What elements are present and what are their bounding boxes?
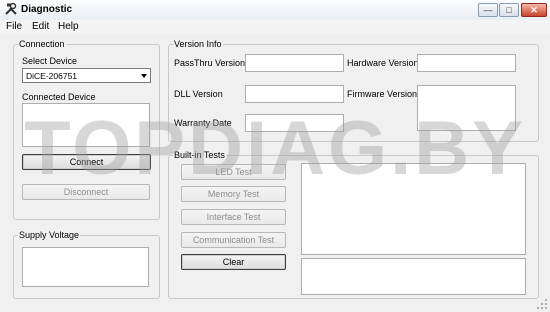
chevron-down-icon xyxy=(141,74,147,78)
title-bar: Diagnostic — □ ✕ xyxy=(0,0,550,21)
minimize-button[interactable]: — xyxy=(478,3,498,17)
warranty-date-label: Warranty Date xyxy=(174,118,232,128)
maximize-button[interactable]: □ xyxy=(499,3,519,17)
connected-device-field[interactable] xyxy=(22,103,150,147)
hardware-version-label: Hardware Version xyxy=(347,58,419,68)
connect-button[interactable]: Connect xyxy=(22,154,151,170)
resize-grip-icon[interactable] xyxy=(536,298,548,310)
built-in-tests-title: Built-in Tests xyxy=(173,150,226,160)
passthru-version-label: PassThru Version xyxy=(174,58,246,68)
supply-voltage-title: Supply Voltage xyxy=(18,230,81,240)
firmware-version-label: Firmware Version xyxy=(347,89,418,99)
connected-device-label: Connected Device xyxy=(22,92,96,102)
menu-bar: File Edit Help xyxy=(0,20,550,34)
hardware-version-field[interactable] xyxy=(417,54,516,72)
dll-version-field[interactable] xyxy=(245,85,344,103)
supply-voltage-field[interactable] xyxy=(22,247,149,287)
clear-button[interactable]: Clear xyxy=(181,254,286,270)
communication-test-button[interactable]: Communication Test xyxy=(181,232,286,248)
close-button[interactable]: ✕ xyxy=(521,3,547,17)
select-device-dropdown[interactable]: DiCE-206751 xyxy=(22,68,151,83)
close-icon: ✕ xyxy=(530,5,538,15)
led-test-button[interactable]: LED Test xyxy=(181,164,286,180)
memory-test-button[interactable]: Memory Test xyxy=(181,186,286,202)
interface-test-button[interactable]: Interface Test xyxy=(181,209,286,225)
select-device-label: Select Device xyxy=(22,56,78,66)
selected-device-value: DiCE-206751 xyxy=(26,71,78,81)
connection-group-title: Connection xyxy=(18,39,66,49)
test-status-box[interactable] xyxy=(301,258,526,295)
menu-help[interactable]: Help xyxy=(58,21,79,32)
minimize-icon: — xyxy=(483,5,493,15)
warranty-date-field[interactable] xyxy=(245,114,344,132)
version-info-title: Version Info xyxy=(173,39,223,49)
dll-version-label: DLL Version xyxy=(174,89,223,99)
window-title: Diagnostic xyxy=(21,4,73,15)
firmware-version-field[interactable] xyxy=(417,85,516,131)
passthru-version-field[interactable] xyxy=(245,54,344,72)
menu-file[interactable]: File xyxy=(6,21,22,32)
tools-icon xyxy=(5,2,17,15)
maximize-icon: □ xyxy=(506,5,512,15)
disconnect-button[interactable]: Disconnect xyxy=(22,184,150,200)
test-output-box[interactable] xyxy=(301,163,526,255)
menu-edit[interactable]: Edit xyxy=(32,21,49,32)
